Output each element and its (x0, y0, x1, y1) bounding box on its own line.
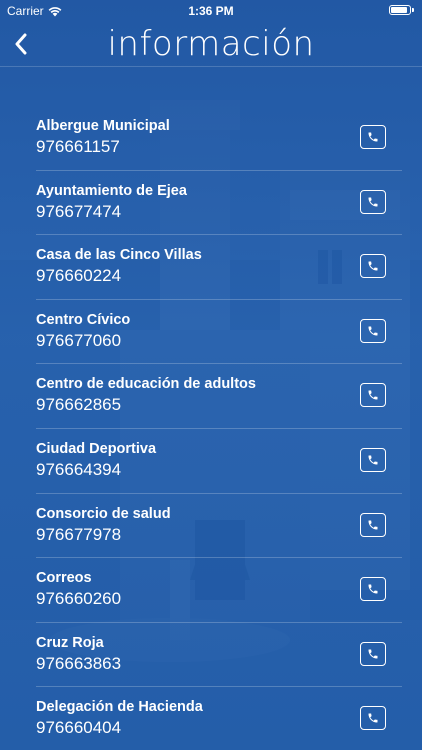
contact-name: Ayuntamiento de Ejea (36, 182, 187, 199)
contact-phone: 976660224 (36, 266, 122, 286)
contact-phone: 976660404 (36, 718, 122, 738)
phone-icon (368, 649, 378, 659)
list-item[interactable]: Consorcio de salud 976677978 (36, 494, 402, 559)
call-button[interactable] (360, 641, 386, 666)
contact-name: Centro de educación de adultos (36, 376, 256, 393)
contact-phone: 976677978 (36, 524, 122, 544)
contact-phone: 976660260 (36, 589, 122, 609)
phone-icon (368, 197, 378, 207)
phone-icon (368, 713, 378, 723)
phone-icon (368, 390, 378, 400)
contact-phone: 976677474 (36, 201, 122, 221)
list-item[interactable]: Centro Cívico 976677060 (36, 300, 402, 365)
battery-level-fill (391, 7, 408, 13)
call-button[interactable] (360, 254, 386, 279)
contact-name: Consorcio de salud (36, 505, 171, 522)
contact-phone: 976661157 (36, 137, 120, 156)
phone-icon (368, 520, 378, 530)
screen: Carrier 1:36 PM información Albergue Mun… (0, 0, 422, 750)
list-item[interactable]: Albergue Municipal 976661157 (36, 106, 402, 171)
call-button[interactable] (360, 383, 386, 408)
call-button[interactable] (360, 512, 386, 537)
contact-phone: 976677060 (36, 330, 122, 350)
list-item[interactable]: Ayuntamiento de Ejea 976677474 (36, 171, 402, 236)
battery-icon (389, 5, 414, 15)
contact-phone: 976663863 (36, 653, 122, 673)
page-title: información (107, 24, 315, 64)
list-item[interactable]: Cruz Roja 976663863 (36, 623, 402, 688)
contact-name: Cruz Roja (36, 634, 104, 651)
phone-icon (368, 261, 378, 271)
list-item[interactable]: Delegación de Hacienda 976660404 (36, 687, 402, 750)
contact-phone: 976664394 (36, 459, 122, 479)
list-item[interactable]: Centro de educación de adultos 976662865 (36, 364, 402, 429)
phone-icon (368, 132, 378, 142)
status-bar: Carrier 1:36 PM (0, 0, 422, 22)
contact-name: Centro Cívico (36, 311, 131, 328)
contact-name: Delegación de Hacienda (36, 699, 203, 716)
contact-name: Ciudad Deportiva (36, 440, 157, 457)
contact-name: Albergue Municipal (36, 118, 170, 134)
call-button[interactable] (360, 125, 386, 149)
call-button[interactable] (360, 577, 386, 602)
phone-icon (368, 326, 378, 336)
call-button[interactable] (360, 318, 386, 343)
phone-icon (368, 455, 378, 465)
list-item[interactable]: Correos 976660260 (36, 558, 402, 623)
contact-name: Casa de las Cinco Villas (36, 247, 202, 264)
call-button[interactable] (360, 189, 386, 214)
contact-list: Albergue Municipal 976661157 Ayuntamient… (0, 106, 422, 750)
phone-icon (368, 584, 378, 594)
contact-phone: 976662865 (36, 395, 122, 415)
list-item[interactable]: Ciudad Deportiva 976664394 (36, 429, 402, 494)
list-item[interactable]: Casa de las Cinco Villas 976660224 (36, 235, 402, 300)
call-button[interactable] (360, 447, 386, 472)
call-button[interactable] (360, 706, 386, 731)
contact-name: Correos (36, 570, 92, 587)
navigation-bar: información (0, 22, 422, 67)
status-time: 1:36 PM (188, 4, 234, 18)
